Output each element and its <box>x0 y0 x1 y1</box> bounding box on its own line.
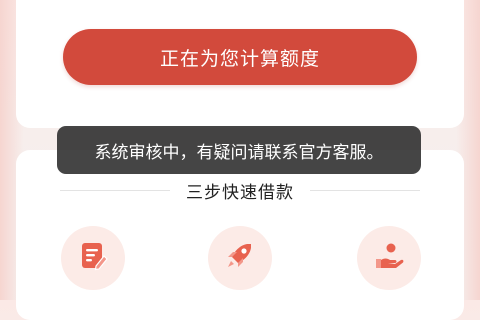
edit-form-icon <box>76 239 110 277</box>
steps-title: 三步快速借款 <box>186 183 294 203</box>
hand-receive-icon <box>372 239 406 277</box>
rocket-icon <box>223 239 257 277</box>
steps-header: 三步快速借款 <box>0 178 480 203</box>
step-apply[interactable] <box>61 226 125 290</box>
step-receive[interactable] <box>357 226 421 290</box>
divider-right <box>310 190 420 191</box>
calculate-quota-button[interactable]: 正在为您计算额度 <box>63 29 417 85</box>
toast-message: 系统审核中，有疑问请联系官方客服。 <box>57 126 421 174</box>
step-review[interactable] <box>208 226 272 290</box>
divider-left <box>60 190 170 191</box>
